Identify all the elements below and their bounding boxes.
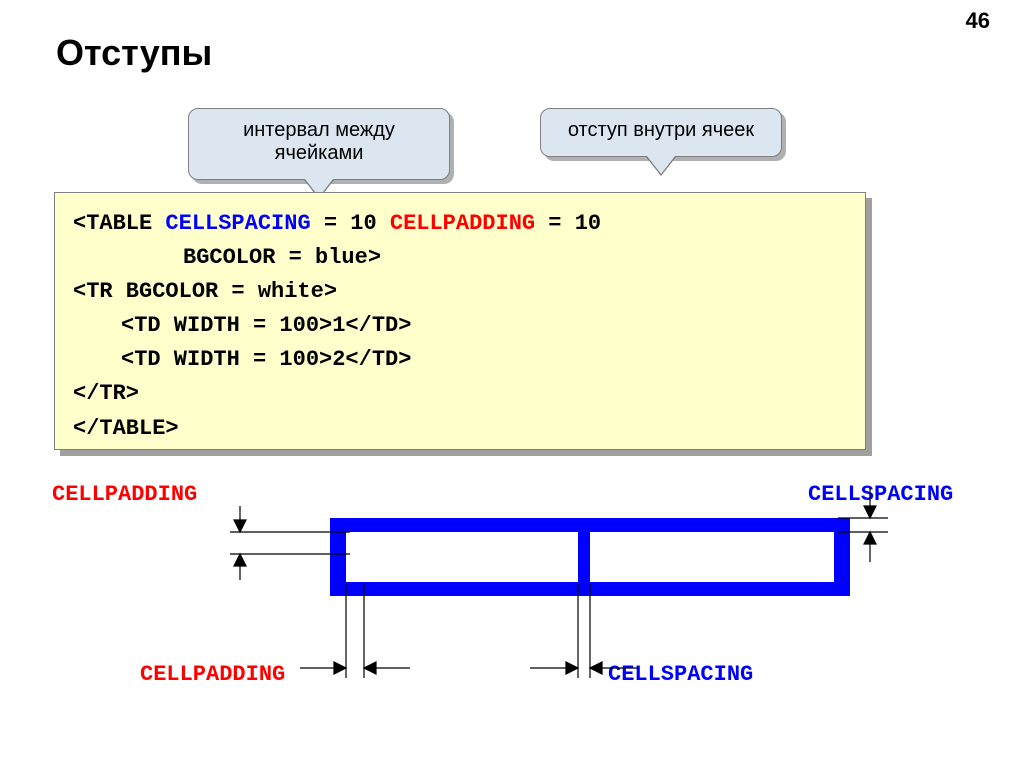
code-text: = 10 xyxy=(311,211,390,236)
callout-text: отступ внутри ячеек xyxy=(568,119,754,141)
page-title: Отступы xyxy=(56,32,212,74)
code-keyword-cellspacing: CELLSPACING xyxy=(165,211,310,236)
code-line-4: <TD WIDTH = 100>1</TD> xyxy=(73,309,847,343)
code-keyword-cellpadding: CELLPADDING xyxy=(390,211,535,236)
code-line-5: <TD WIDTH = 100>2</TD> xyxy=(73,343,847,377)
code-text: = 10 xyxy=(535,211,601,236)
callout-cellspacing: интервал между ячейками xyxy=(188,108,450,180)
table-diagram xyxy=(50,458,970,718)
table-cell-2 xyxy=(590,532,834,582)
code-example: <TABLE CELLSPACING = 10 CELLPADDING = 10… xyxy=(54,192,866,450)
code-line-3: <TR BGCOLOR = white> xyxy=(73,275,847,309)
dimension-cellspacing-bottom xyxy=(530,584,638,678)
page-number: 46 xyxy=(966,8,990,34)
table-cell-1 xyxy=(346,532,578,582)
code-text: <TABLE xyxy=(73,211,165,236)
code-text: <TD WIDTH = 100>2</TD> xyxy=(73,343,411,377)
code-line-7: </TABLE> xyxy=(73,412,847,446)
code-text: BGCOLOR = blue> xyxy=(73,241,381,275)
callout-cellpadding: отступ внутри ячеек xyxy=(540,108,782,157)
code-line-6: </TR> xyxy=(73,377,847,411)
code-line-2: BGCOLOR = blue> xyxy=(73,241,847,275)
callout-text: интервал между ячейками xyxy=(243,119,395,164)
code-line-1: <TABLE CELLSPACING = 10 CELLPADDING = 10 xyxy=(73,207,847,241)
dimension-cellpadding-bottom xyxy=(300,584,410,678)
code-text: <TD WIDTH = 100>1</TD> xyxy=(73,309,411,343)
